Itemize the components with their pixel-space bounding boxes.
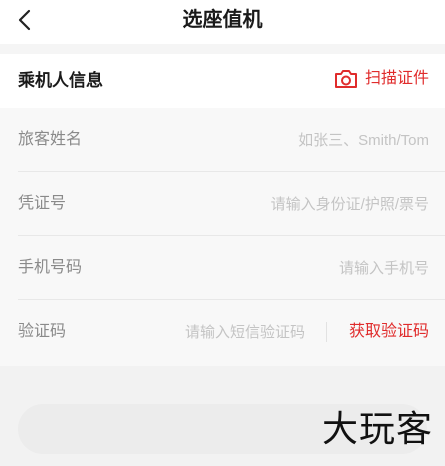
- verification-code-input[interactable]: [125, 316, 305, 348]
- name-input[interactable]: [169, 124, 429, 156]
- form-row-phone: 手机号码: [0, 236, 445, 300]
- phone-input[interactable]: [169, 252, 429, 284]
- section-gap: [0, 44, 445, 54]
- bottom-area: 大玩客: [0, 366, 445, 466]
- verification-label: 验证码: [18, 323, 67, 340]
- form-row-name: 旅客姓名: [0, 108, 445, 172]
- phone-label: 手机号码: [18, 259, 83, 276]
- passenger-form: 旅客姓名 凭证号 手机号码 验证码 获取验证码: [0, 108, 445, 366]
- scan-document-button[interactable]: 扫描证件: [333, 67, 429, 91]
- id-number-label: 凭证号: [18, 195, 67, 212]
- page-title: 选座值机: [182, 9, 263, 31]
- nav-bar: 选座值机: [0, 0, 445, 44]
- scan-document-label: 扫描证件: [364, 70, 429, 87]
- passenger-section-header: 乘机人信息 扫描证件: [0, 54, 445, 108]
- name-label: 旅客姓名: [18, 131, 83, 148]
- id-number-input[interactable]: [169, 188, 429, 220]
- code-separator: [326, 322, 327, 342]
- form-row-verification: 验证码 获取验证码: [0, 300, 445, 364]
- form-row-id-number: 凭证号: [0, 172, 445, 236]
- camera-icon: [334, 70, 357, 88]
- passenger-section-title: 乘机人信息: [18, 71, 103, 90]
- watermark-logo: 大玩客: [321, 409, 433, 450]
- get-code-button[interactable]: 获取验证码: [349, 321, 429, 343]
